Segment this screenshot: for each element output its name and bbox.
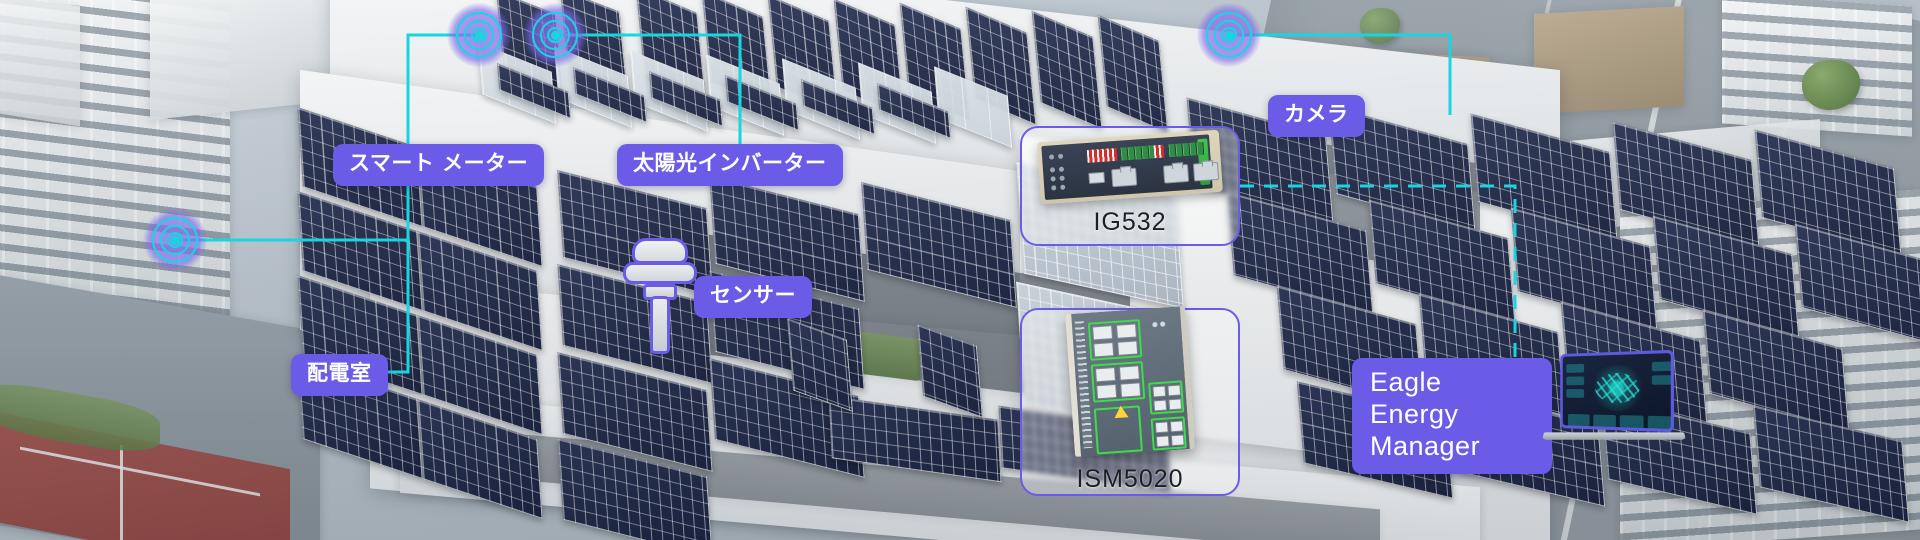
label-distribution-room[interactable]: 配電室 [291, 354, 388, 396]
label-smart-meter[interactable]: スマート メーター [333, 144, 545, 186]
node-marker-smart-meter[interactable] [443, 0, 515, 71]
device-card-ig532[interactable]: IG532 [1020, 126, 1240, 246]
label-eagle-energy-manager[interactable]: Eagle Energy Manager [1352, 358, 1552, 474]
laptop-base [1541, 432, 1687, 440]
laptop-screen [1560, 349, 1674, 433]
infographic-canvas: スマート メーター 太陽光インバーター カメラ センサー 配電室 Eagle E… [0, 0, 1920, 540]
ism5020-switch-image [1065, 305, 1195, 458]
topology-overlay: スマート メーター 太陽光インバーター カメラ センサー 配電室 Eagle E… [0, 0, 1920, 540]
device-caption-ism5020: ISM5020 [1076, 465, 1184, 493]
label-solar-inverter[interactable]: 太陽光インバーター [617, 144, 843, 186]
dashboard-network-graphic [1587, 364, 1648, 412]
eagle-energy-manager-laptop[interactable] [1541, 349, 1687, 442]
connection-lines [175, 33, 1517, 390]
device-caption-ig532: IG532 [1093, 207, 1167, 236]
label-sensor[interactable]: センサー [694, 276, 812, 318]
node-marker-distribution-room[interactable] [139, 204, 211, 276]
label-camera[interactable]: カメラ [1268, 95, 1365, 137]
device-card-ism5020[interactable]: ISM5020 [1020, 305, 1240, 496]
ig532-gateway-image [1037, 129, 1223, 204]
node-marker-solar-inverter[interactable] [519, 0, 591, 71]
link-distribution-trunk [367, 33, 479, 374]
node-marker-camera[interactable] [1193, 0, 1265, 71]
